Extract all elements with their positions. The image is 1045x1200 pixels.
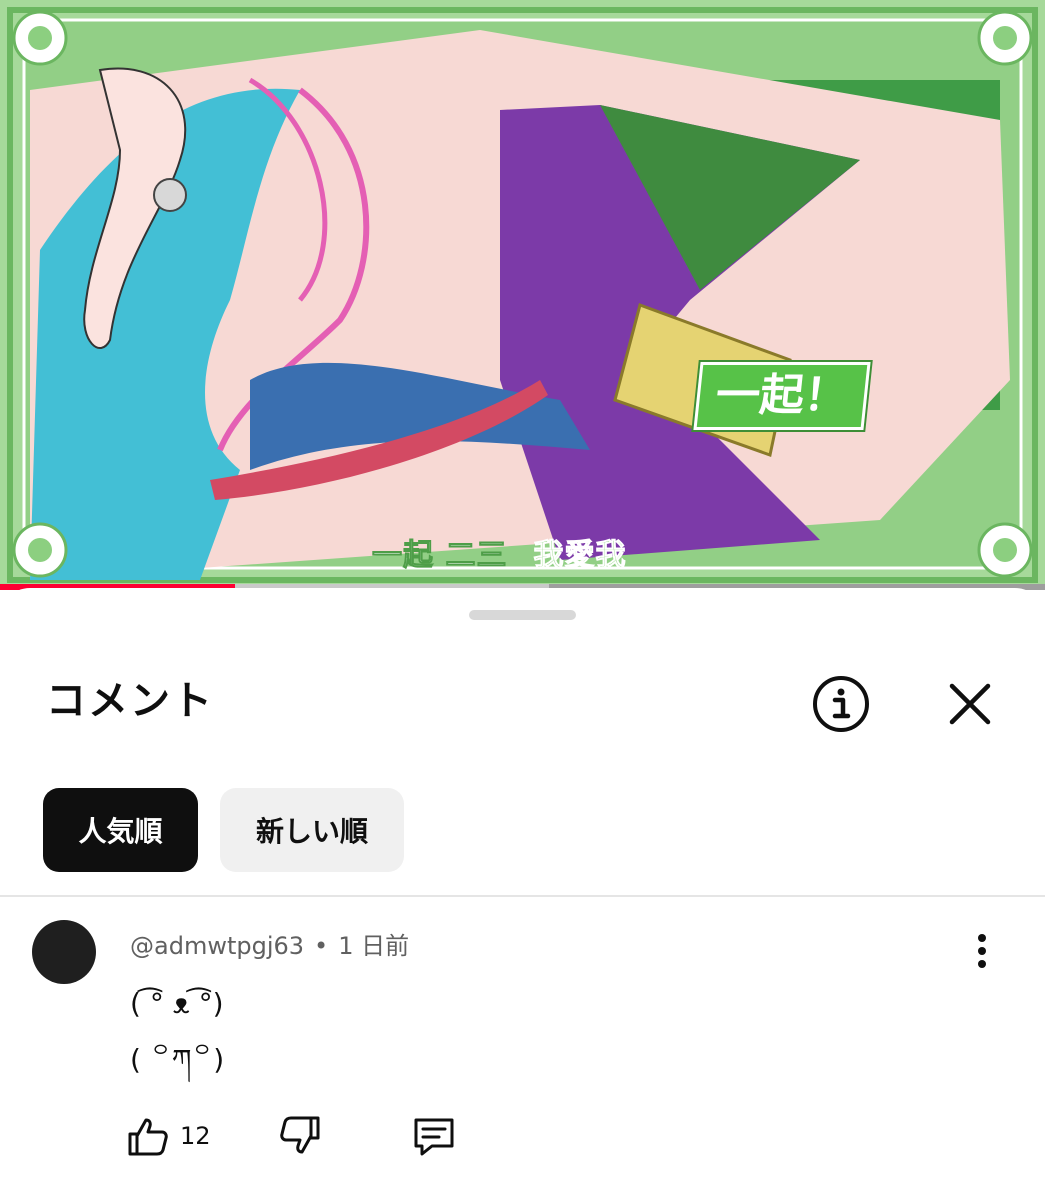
more-vertical-icon — [978, 934, 986, 968]
reply-button[interactable] — [410, 1108, 458, 1164]
subtitle-green-text: 我愛我 — [533, 538, 627, 574]
thumbs-up-icon — [128, 1118, 168, 1156]
comment-time: 1 日前 — [338, 932, 410, 960]
divider — [0, 895, 1045, 897]
sort-chip-newest[interactable]: 新しい順 — [220, 788, 404, 872]
comments-sheet: コメント 人気順 新しい順 @admwtpgj63 • 1 日前 ( ͡° ᴥ ͡°… — [0, 588, 1045, 1200]
comment-line: ( ꒪ཀ꒪) — [130, 1043, 225, 1076]
subtitle-white-text: 一起 二三 — [371, 538, 508, 574]
close-x-icon — [949, 683, 991, 725]
video-caption-badge: 一起！ — [693, 362, 871, 430]
info-circle-icon — [813, 676, 869, 732]
comment-more-button[interactable] — [962, 931, 1002, 971]
sheet-title: コメント — [46, 678, 214, 724]
video-subtitle: 一起 二三 我愛我 — [371, 530, 627, 574]
video-player[interactable]: 一起！ 一起 二三 我愛我 — [0, 0, 1045, 590]
meta-separator: • — [314, 932, 329, 960]
reply-comment-icon — [414, 1118, 454, 1156]
thumbs-down-icon — [280, 1116, 320, 1154]
info-button[interactable] — [809, 672, 873, 736]
comment-author[interactable]: @admwtpgj63 — [130, 932, 304, 960]
like-count: 12 — [180, 1122, 211, 1150]
comment-line: ( ͡° ᴥ ͡°) — [130, 987, 224, 1020]
comment-actions: 12 — [126, 1108, 486, 1164]
video-frame-image — [0, 0, 1045, 590]
comment-text: ( ͡° ᴥ ͡°) ( ꒪ཀ꒪) — [130, 976, 224, 1088]
dislike-button[interactable] — [278, 1108, 322, 1164]
close-button[interactable] — [938, 672, 1002, 736]
comment-meta: @admwtpgj63 • 1 日前 — [130, 926, 409, 961]
sort-chip-top[interactable]: 人気順 — [43, 788, 198, 872]
like-button[interactable]: 12 — [126, 1108, 211, 1164]
sheet-drag-handle[interactable] — [469, 610, 576, 620]
avatar[interactable] — [32, 920, 96, 984]
